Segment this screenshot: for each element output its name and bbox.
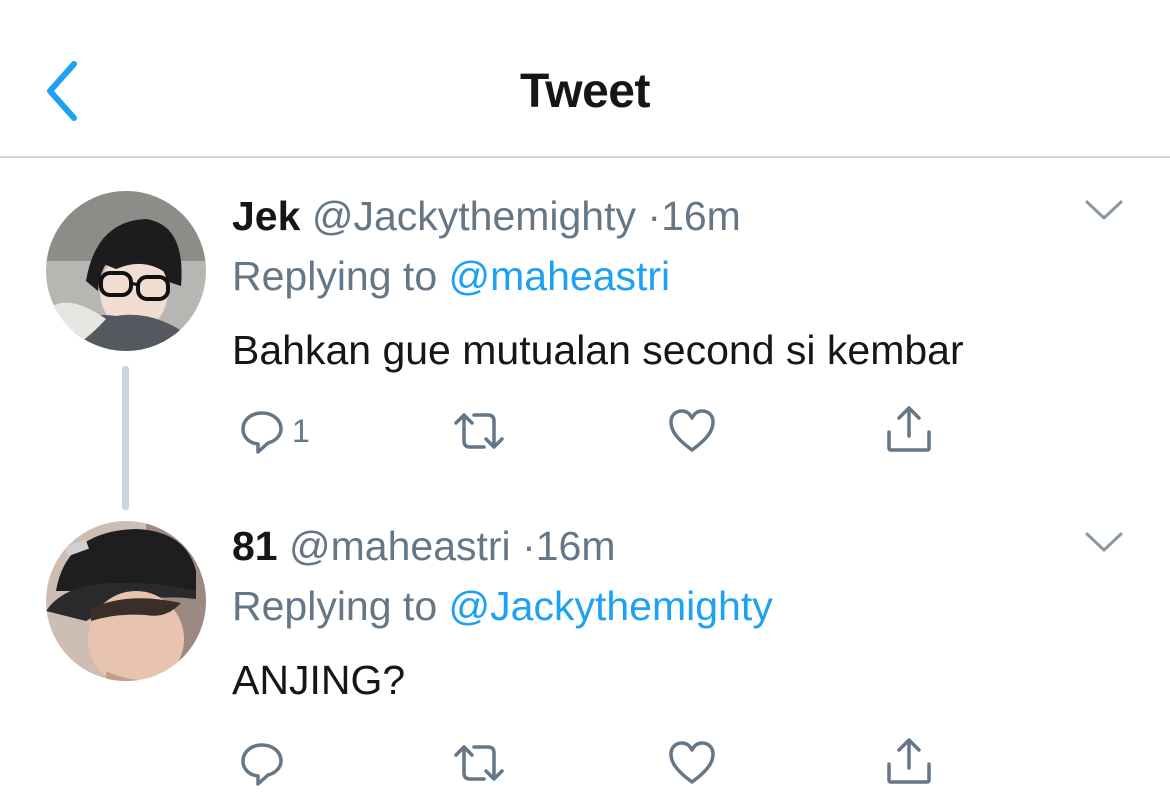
tweet-header: Jek @Jackythemighty ·16m <box>232 196 741 237</box>
more-options-button[interactable] <box>1084 530 1124 554</box>
replying-to-line: Replying to @Jackythemighty <box>232 586 773 627</box>
timestamp[interactable]: 16m <box>536 523 616 569</box>
username[interactable]: @Jackythemighty <box>312 193 636 239</box>
chevron-down-icon <box>1085 532 1123 552</box>
page-title: Tweet <box>520 65 650 118</box>
share-button[interactable] <box>884 404 934 454</box>
reply-button[interactable]: 1 <box>238 406 310 456</box>
thread-connector-line <box>122 366 129 510</box>
display-name[interactable]: Jek <box>232 193 300 239</box>
replying-to-mention[interactable]: @Jackythemighty <box>449 583 773 629</box>
username[interactable]: @maheastri <box>289 523 511 569</box>
replying-to-label: Replying to <box>232 253 438 299</box>
separator-dot: · <box>522 523 536 569</box>
replying-to-line: Replying to @maheastri <box>232 256 670 297</box>
retweet-icon <box>454 745 504 781</box>
avatar-image <box>46 191 206 351</box>
share-icon <box>887 406 931 452</box>
display-name[interactable]: 81 <box>232 523 278 569</box>
retweet-button[interactable] <box>452 406 506 456</box>
like-icon <box>669 409 715 452</box>
tweet-header: 81 @maheastri ·16m <box>232 526 615 567</box>
avatar[interactable] <box>46 191 206 351</box>
replying-to-mention[interactable]: @maheastri <box>449 253 671 299</box>
tweet-text: Bahkan gue mutualan second si kembar <box>232 327 964 373</box>
reply-button[interactable] <box>238 738 286 788</box>
reply-icon <box>241 411 283 454</box>
like-icon <box>669 741 715 784</box>
top-nav-bar: Tweet <box>0 0 1170 158</box>
avatar[interactable] <box>46 521 206 681</box>
share-button[interactable] <box>884 736 934 786</box>
reply-count: 1 <box>292 412 310 449</box>
retweet-icon <box>454 413 504 449</box>
like-button[interactable] <box>667 406 717 456</box>
tweet-text: ANJING? <box>232 657 406 703</box>
replying-to-label: Replying to <box>232 583 438 629</box>
reply-icon <box>241 743 283 786</box>
like-button[interactable] <box>667 738 717 788</box>
share-icon <box>887 738 931 784</box>
retweet-button[interactable] <box>452 738 506 788</box>
separator-dot: · <box>647 193 662 239</box>
timestamp[interactable]: 16m <box>661 193 741 239</box>
chevron-down-icon <box>1085 200 1123 220</box>
avatar-image <box>46 521 206 681</box>
more-options-button[interactable] <box>1084 198 1124 222</box>
